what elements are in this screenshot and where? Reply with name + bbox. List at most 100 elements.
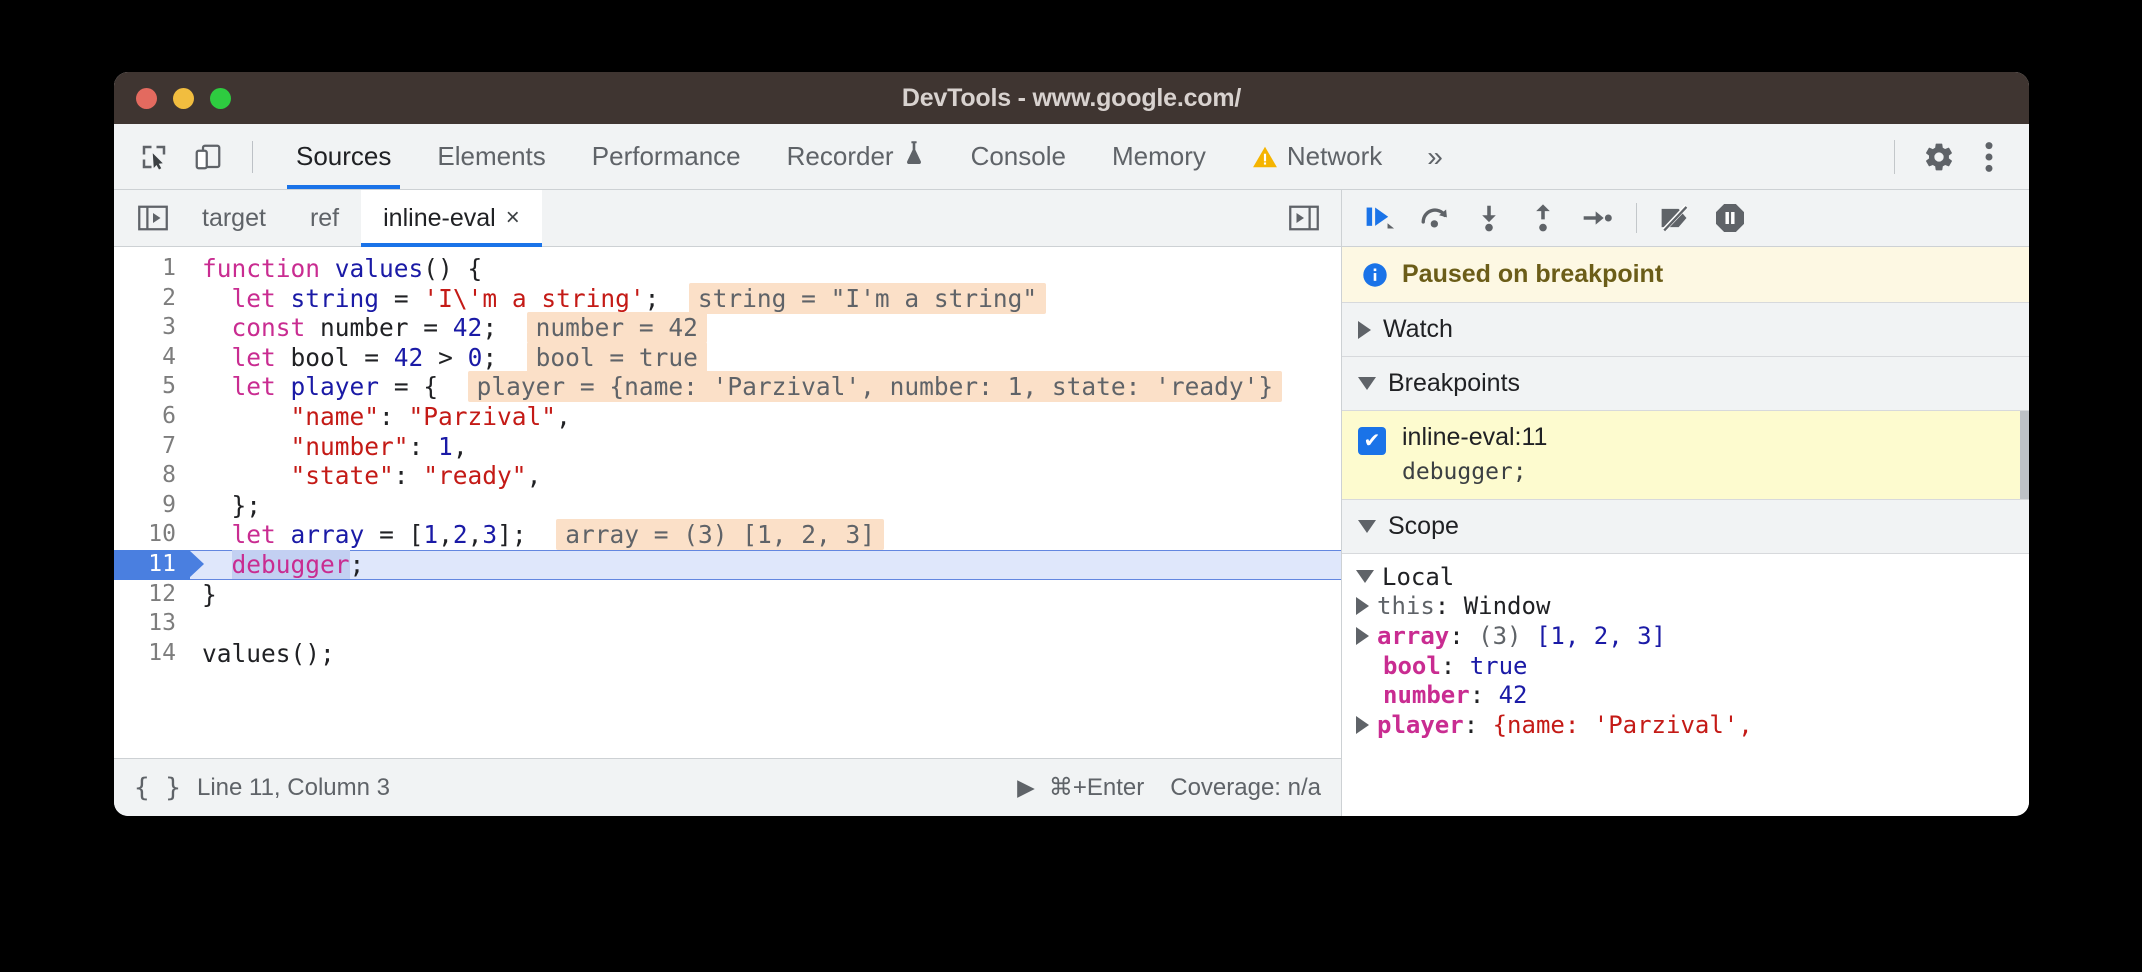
- line-number[interactable]: 12: [114, 580, 190, 610]
- code-line-content: "name": "Parzival",: [190, 402, 571, 432]
- code-token: = {: [379, 372, 438, 401]
- scope-variable-row[interactable]: number: 42: [1342, 680, 2029, 710]
- step-over-icon[interactable]: [1410, 196, 1460, 240]
- line-number[interactable]: 5: [114, 372, 190, 402]
- zoom-window-button[interactable]: [210, 88, 231, 109]
- more-tabs-button[interactable]: »: [1405, 124, 1465, 189]
- run-snippet-group[interactable]: ▶ ⌘+Enter: [1017, 773, 1144, 802]
- cursor-position-label: Line 11, Column 3: [197, 774, 390, 802]
- code-token: array: [291, 520, 365, 549]
- code-token: 3: [482, 520, 497, 549]
- code-token: ;: [482, 343, 497, 372]
- scope-variable-row[interactable]: bool: true: [1342, 651, 2029, 681]
- scope-variable-row[interactable]: this: Window: [1342, 592, 2029, 622]
- code-line-content: let string = 'I\'m a string'; string = "…: [190, 284, 1046, 314]
- scope-variable-row[interactable]: array: (3) [1, 2, 3]: [1342, 621, 2029, 651]
- line-number[interactable]: 6: [114, 402, 190, 432]
- close-window-button[interactable]: [136, 88, 157, 109]
- line-number[interactable]: 3: [114, 313, 190, 343]
- coverage-label[interactable]: Coverage: n/a: [1170, 774, 1321, 802]
- tab-network[interactable]: Network: [1229, 124, 1405, 189]
- breakpoint-list-item[interactable]: ✔ inline-eval:11 debugger;: [1342, 411, 2029, 500]
- code-line-content: let array = [1,2,3]; array = (3) [1, 2, …: [190, 520, 884, 550]
- tab-recorder[interactable]: Recorder: [764, 124, 948, 189]
- breakpoints-section-header[interactable]: Breakpoints: [1342, 357, 2029, 411]
- chevron-right-icon[interactable]: [1356, 627, 1369, 645]
- breakpoints-scrollbar[interactable]: [2020, 411, 2029, 499]
- file-tab-inline-eval[interactable]: inline-eval ×: [361, 190, 542, 246]
- breakpoint-enabled-checkbox[interactable]: ✔: [1358, 427, 1386, 455]
- file-tab-ref[interactable]: ref: [288, 190, 361, 246]
- tab-performance[interactable]: Performance: [569, 124, 764, 189]
- code-line[interactable]: 9 };: [114, 491, 1341, 521]
- step-into-icon[interactable]: [1464, 196, 1514, 240]
- chevron-down-icon: [1358, 377, 1376, 390]
- code-line[interactable]: 11 debugger;: [114, 550, 1341, 580]
- close-icon[interactable]: ×: [506, 206, 520, 230]
- pause-on-exceptions-icon[interactable]: [1705, 196, 1755, 240]
- scope-variable-row[interactable]: player: {name: 'Parzival',: [1342, 710, 2029, 740]
- tab-memory[interactable]: Memory: [1089, 124, 1229, 189]
- line-number[interactable]: 14: [114, 639, 190, 669]
- code-line[interactable]: 3 const number = 42; number = 42: [114, 313, 1341, 343]
- code-line[interactable]: 14 values();: [114, 639, 1341, 669]
- scope-variable-tree[interactable]: Localthis: Windowarray: (3) [1, 2, 3]boo…: [1342, 554, 2029, 740]
- pretty-print-braces-icon[interactable]: { }: [134, 773, 181, 803]
- line-number[interactable]: 10: [114, 520, 190, 550]
- tab-console[interactable]: Console: [948, 124, 1089, 189]
- code-line[interactable]: 12}: [114, 580, 1341, 610]
- code-line[interactable]: 4 let bool = 42 > 0; bool = true: [114, 343, 1341, 373]
- file-tab-target[interactable]: target: [180, 190, 288, 246]
- navigator-toggle-group: [114, 190, 180, 246]
- line-number[interactable]: 1: [114, 254, 190, 284]
- scope-section-label: Scope: [1388, 512, 1459, 541]
- play-icon: ▶: [1017, 774, 1035, 801]
- code-token: "ready": [423, 461, 526, 490]
- variable-value: true: [1470, 652, 1528, 680]
- flask-icon: [903, 140, 925, 173]
- line-number[interactable]: 7: [114, 432, 190, 462]
- gear-icon[interactable]: [1917, 135, 1961, 179]
- line-number[interactable]: 2: [114, 284, 190, 314]
- code-line[interactable]: 6 "name": "Parzival",: [114, 402, 1341, 432]
- step-icon[interactable]: [1572, 196, 1622, 240]
- tab-elements[interactable]: Elements: [414, 124, 568, 189]
- show-debugger-icon[interactable]: [1283, 197, 1325, 239]
- kebab-menu-icon[interactable]: [1967, 135, 2011, 179]
- code-token: 1: [438, 432, 453, 461]
- show-navigator-icon[interactable]: [132, 197, 174, 239]
- code-line[interactable]: 7 "number": 1,: [114, 432, 1341, 462]
- code-token: ;: [350, 550, 365, 579]
- window-title: DevTools - www.google.com/: [114, 84, 2029, 113]
- code-line[interactable]: 10 let array = [1,2,3]; array = (3) [1, …: [114, 520, 1341, 550]
- code-line[interactable]: 2 let string = 'I\'m a string'; string =…: [114, 284, 1341, 314]
- line-number[interactable]: 11: [114, 550, 190, 580]
- code-token: values();: [202, 639, 335, 668]
- step-out-icon[interactable]: [1518, 196, 1568, 240]
- tab-sources[interactable]: Sources: [273, 124, 414, 189]
- code-line[interactable]: 1function values() {: [114, 254, 1341, 284]
- line-number[interactable]: 13: [114, 609, 190, 639]
- minimize-window-button[interactable]: [173, 88, 194, 109]
- scope-section-header[interactable]: Scope: [1342, 500, 2029, 554]
- device-toolbar-icon[interactable]: [188, 137, 228, 177]
- scope-group-header[interactable]: Local: [1342, 562, 2029, 592]
- code-line-content: };: [190, 491, 261, 521]
- inline-evaluation-value: bool = true: [527, 342, 707, 373]
- code-editor[interactable]: 1function values() {2 let string = 'I\'m…: [114, 247, 1341, 758]
- deactivate-breakpoints-icon[interactable]: [1651, 196, 1701, 240]
- code-line[interactable]: 13: [114, 609, 1341, 639]
- inspect-element-icon[interactable]: [134, 137, 174, 177]
- code-line[interactable]: 5 let player = { player = {name: 'Parziv…: [114, 372, 1341, 402]
- line-number[interactable]: 4: [114, 343, 190, 373]
- line-number[interactable]: 8: [114, 461, 190, 491]
- line-number[interactable]: 9: [114, 491, 190, 521]
- watch-section-header[interactable]: Watch: [1342, 303, 2029, 357]
- code-line[interactable]: 8 "state": "ready",: [114, 461, 1341, 491]
- scope-group-label: Local: [1382, 563, 1454, 591]
- chevron-right-icon[interactable]: [1356, 597, 1369, 615]
- code-token: () {: [423, 254, 482, 283]
- resume-icon[interactable]: [1356, 196, 1406, 240]
- code-token: player: [291, 372, 380, 401]
- chevron-right-icon[interactable]: [1356, 716, 1369, 734]
